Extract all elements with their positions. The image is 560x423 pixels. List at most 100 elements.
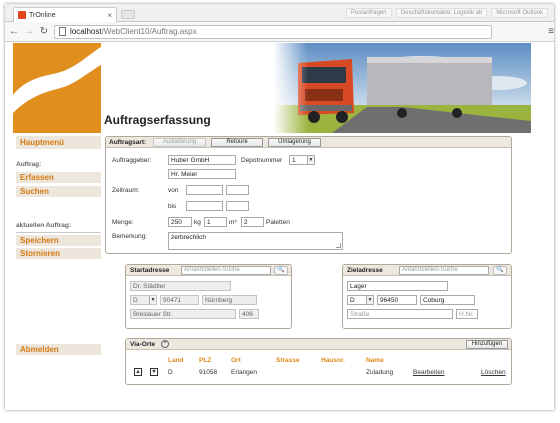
start-houseno-input[interactable]: 406 xyxy=(239,309,259,319)
sidebar-item-stornieren[interactable]: Stornieren xyxy=(16,248,101,259)
pallets-input[interactable]: 2 xyxy=(241,217,264,227)
target-address-panel: Zieladresse Anfahrtstellen-Suche 🔍 Lager… xyxy=(342,264,512,329)
url-host: localhost xyxy=(70,27,102,36)
close-tab-icon[interactable]: × xyxy=(107,11,112,20)
depot-value: 1 xyxy=(292,157,296,164)
browser-window: TrOnline × Postanfragen Geschäftskontakt… xyxy=(5,4,554,410)
depot-select[interactable]: 1 ▼ xyxy=(289,155,315,165)
address-bar[interactable]: localhost/WebClient10/Auftrag.aspx xyxy=(54,24,492,39)
start-zip-input[interactable]: 90471 xyxy=(160,295,199,305)
new-tab-button[interactable] xyxy=(121,10,135,19)
extra-2[interactable]: Geschäftskontakte: Logistik ab xyxy=(395,8,488,18)
to-label: bis xyxy=(168,203,177,210)
resize-grip-icon[interactable] xyxy=(336,243,341,248)
tab-bar: TrOnline × Postanfragen Geschäftskontakt… xyxy=(5,4,554,22)
type-auslieferung-button[interactable]: Auslieferung xyxy=(153,138,206,147)
type-retoure-button[interactable]: Retoure xyxy=(211,138,263,147)
extra-3[interactable]: Microsoft Outlook xyxy=(491,8,548,18)
target-country-select[interactable]: D ▼ xyxy=(347,295,374,305)
via-panel: Via-Orte ⌃ Hinzufügen Land PLZ Ort Stras… xyxy=(125,338,512,385)
chevron-down-icon: ▼ xyxy=(366,296,373,304)
delete-link[interactable]: Löschen xyxy=(481,369,506,376)
chevron-down-icon: ▼ xyxy=(307,156,314,164)
search-icon[interactable]: 🔍 xyxy=(274,266,288,275)
col-strasse: Strasse xyxy=(276,357,300,364)
weight-input[interactable]: 250 xyxy=(168,217,192,227)
to-time-input[interactable] xyxy=(226,201,249,211)
sidebar-item-abmelden[interactable]: Abmelden xyxy=(16,344,101,355)
client-contact-input[interactable]: Hr. Meier xyxy=(168,169,236,179)
remark-textarea[interactable]: zerbrechlich xyxy=(168,232,343,250)
col-plz: PLZ xyxy=(199,357,212,364)
browser-tab[interactable]: TrOnline × xyxy=(13,7,117,22)
section-aktuell: aktuellen Auftrag: xyxy=(16,222,72,229)
tab-title: TrOnline xyxy=(29,11,56,19)
target-country-value: D xyxy=(350,297,355,304)
back-icon[interactable]: ← xyxy=(9,26,19,37)
edit-link[interactable]: Bearbeiten xyxy=(413,369,444,376)
chevron-down-icon: ▼ xyxy=(149,296,156,304)
start-city-input[interactable]: Nürnberg xyxy=(202,295,257,305)
add-via-button[interactable]: Hinzufügen xyxy=(466,340,508,349)
start-address-panel: Startadresse Anfahrtstellen-Suche 🔍 Dr. … xyxy=(125,264,292,329)
collapse-icon[interactable]: ⌃ xyxy=(161,340,169,348)
via-title: Via-Orte xyxy=(130,341,156,348)
target-name-input[interactable]: Lager xyxy=(347,281,448,291)
start-search-input[interactable]: Anfahrtstellen-Suche xyxy=(181,266,271,275)
start-street-input[interactable]: Breslauer Str. xyxy=(130,309,236,319)
period-label: Zeitraum: xyxy=(112,187,140,194)
row-ort: Erlangen xyxy=(231,369,258,376)
main-menu-link[interactable]: Hauptmenü xyxy=(16,136,101,149)
forward-icon[interactable]: → xyxy=(24,26,34,37)
sidebar-item-erfassen[interactable]: Erfassen xyxy=(16,172,101,183)
logo-graphic xyxy=(13,47,101,113)
extra-1[interactable]: Postanfragen xyxy=(345,8,392,18)
section-auftrag: Auftrag: xyxy=(16,161,42,168)
remark-label: Bemerkung: xyxy=(112,233,148,240)
reload-icon[interactable]: ↻ xyxy=(39,26,49,37)
amount-label: Menge: xyxy=(112,219,134,226)
start-country-select[interactable]: D ▼ xyxy=(130,295,157,305)
via-panel-header xyxy=(126,339,511,350)
start-name-input[interactable]: Dr. Städtler xyxy=(130,281,231,291)
search-icon[interactable]: 🔍 xyxy=(493,266,507,275)
company-logo xyxy=(13,43,101,133)
target-houseno-input[interactable]: H.Nr. xyxy=(456,309,478,319)
move-down-icon[interactable]: ▼ xyxy=(150,368,158,376)
to-date-input[interactable] xyxy=(186,201,223,211)
volume-unit: m³ xyxy=(229,219,237,226)
row-name: Zuladung xyxy=(366,369,394,376)
url-text: localhost/WebClient10/Auftrag.aspx xyxy=(70,27,197,36)
url-path: /WebClient10/Auftrag.aspx xyxy=(101,27,197,36)
client-input[interactable]: Huber GmbH xyxy=(168,155,236,165)
target-zip-input[interactable]: 96450 xyxy=(377,295,417,305)
page-content: Auftragserfassung Hauptmenü Auftrag: Erf… xyxy=(5,43,554,410)
target-street-input[interactable]: Straße xyxy=(347,309,453,319)
page-title: Auftragserfassung xyxy=(104,113,211,127)
menu-icon[interactable]: ≡ xyxy=(548,26,554,37)
type-umlagerung-button[interactable]: Umlagerung xyxy=(268,138,321,147)
sidebar-item-speichern[interactable]: Speichern xyxy=(16,235,101,246)
from-date-input[interactable] xyxy=(186,185,223,195)
col-land: Land xyxy=(168,357,184,364)
remark-text: zerbrechlich xyxy=(171,234,207,241)
move-up-icon[interactable]: ▲ xyxy=(134,368,142,376)
from-time-input[interactable] xyxy=(226,185,249,195)
start-address-title: Startadresse xyxy=(130,267,170,274)
order-panel: Auftragsart: Auslieferung Retoure Umlage… xyxy=(105,136,512,254)
target-search-input[interactable]: Anfahrtstellen-Suche xyxy=(399,266,489,275)
target-city-input[interactable]: Coburg xyxy=(420,295,475,305)
from-label: von xyxy=(168,187,179,194)
page-icon xyxy=(59,27,66,36)
nav-bar: ← → ↻ localhost/WebClient10/Auftrag.aspx… xyxy=(5,22,554,42)
volume-input[interactable]: 1 xyxy=(204,217,227,227)
window-extras: Postanfragen Geschäftskontakte: Logistik… xyxy=(345,8,548,18)
col-ort: Ort xyxy=(231,357,241,364)
row-land: D xyxy=(168,369,173,376)
col-hausnr: Hausnr. xyxy=(321,357,345,364)
target-address-title: Zieladresse xyxy=(347,267,383,274)
sidebar-item-suchen[interactable]: Suchen xyxy=(16,186,101,197)
weight-unit: kg xyxy=(194,219,201,226)
row-plz: 91058 xyxy=(199,369,218,376)
order-type-label: Auftragsart: xyxy=(109,139,147,146)
